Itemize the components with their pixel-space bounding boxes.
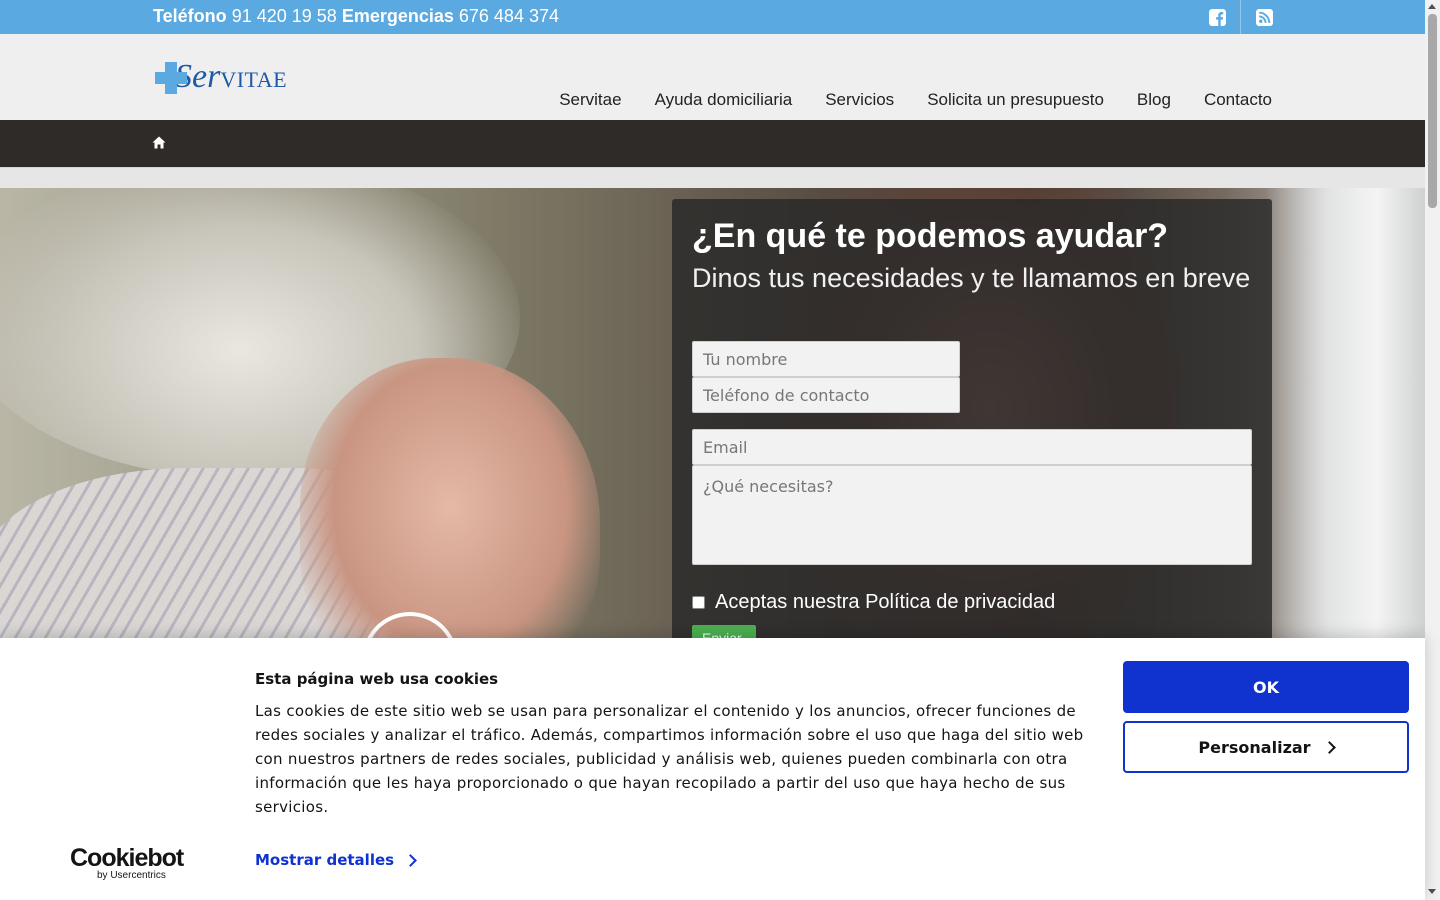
emergency-label: Emergencias — [341, 6, 454, 26]
nav-contacto[interactable]: Contacto — [1204, 90, 1272, 110]
contact-info: Teléfono 91 420 19 58 Emergencias 676 48… — [153, 6, 559, 27]
nav-servicios[interactable]: Servicios — [825, 90, 894, 110]
privacy-checkbox[interactable] — [692, 596, 705, 609]
rss-link[interactable] — [1241, 0, 1287, 34]
phone-label: Teléfono — [153, 6, 227, 26]
scroll-up-arrow-icon[interactable] — [1428, 4, 1436, 9]
customize-button[interactable]: Personalizar — [1123, 721, 1409, 773]
ok-button[interactable]: OK — [1123, 661, 1409, 713]
cookiebot-logo: Cookiebot by Usercentrics — [70, 844, 184, 881]
cookie-text: Las cookies de este sitio web se usan pa… — [255, 702, 1084, 816]
email-input[interactable]: Email — [692, 429, 1252, 465]
message-textarea[interactable]: ¿Qué necesitas? — [692, 465, 1252, 565]
top-bar: Teléfono 91 420 19 58 Emergencias 676 48… — [0, 0, 1425, 34]
name-input[interactable]: Tu nombre — [692, 341, 960, 377]
cross-icon — [153, 60, 189, 96]
privacy-consent: Aceptas nuestra Política de privacidad — [692, 591, 1055, 614]
facebook-link[interactable] — [1195, 0, 1241, 34]
phone-input[interactable]: Teléfono de contacto — [692, 377, 960, 413]
scrollbar-thumb[interactable] — [1428, 14, 1437, 208]
cookie-banner: Cookiebot by Usercentrics Esta página we… — [0, 638, 1425, 900]
nav-presupuesto[interactable]: Solicita un presupuesto — [927, 90, 1104, 110]
privacy-label[interactable]: Aceptas nuestra Política de privacidad — [715, 591, 1055, 614]
emergency-number[interactable]: 676 484 374 — [459, 6, 559, 26]
chevron-right-icon — [404, 853, 417, 867]
nav-ayuda-domiciliaria[interactable]: Ayuda domiciliaria — [655, 90, 793, 110]
phone-number[interactable]: 91 420 19 58 — [232, 6, 337, 26]
customize-label: Personalizar — [1198, 737, 1311, 757]
nav-blog[interactable]: Blog — [1137, 90, 1171, 110]
form-subtitle: Dinos tus necesidades y te llamamos en b… — [692, 263, 1251, 293]
logo-text: SerVITAE — [175, 58, 288, 95]
show-details-link[interactable]: Mostrar detalles — [255, 851, 417, 869]
divider-strip — [0, 167, 1425, 188]
main-nav: Servitae Ayuda domiciliaria Servicios So… — [559, 90, 1272, 110]
nav-servitae[interactable]: Servitae — [559, 90, 621, 110]
home-icon[interactable] — [152, 136, 166, 149]
scroll-down-arrow-icon[interactable] — [1428, 889, 1436, 894]
cookie-title: Esta página web usa cookies — [255, 670, 499, 688]
show-details-label: Mostrar detalles — [255, 851, 395, 869]
form-title: ¿En qué te podemos ayudar? — [692, 217, 1169, 255]
facebook-icon — [1209, 8, 1226, 26]
chevron-right-icon — [1322, 740, 1336, 754]
rss-icon — [1255, 8, 1273, 26]
logo[interactable]: SerVITAE — [153, 58, 287, 96]
contact-form: ¿En qué te podemos ayudar? Dinos tus nec… — [672, 199, 1272, 649]
site-header: SerVITAE Servitae Ayuda domiciliaria Ser… — [0, 34, 1425, 120]
breadcrumb — [0, 120, 1425, 167]
